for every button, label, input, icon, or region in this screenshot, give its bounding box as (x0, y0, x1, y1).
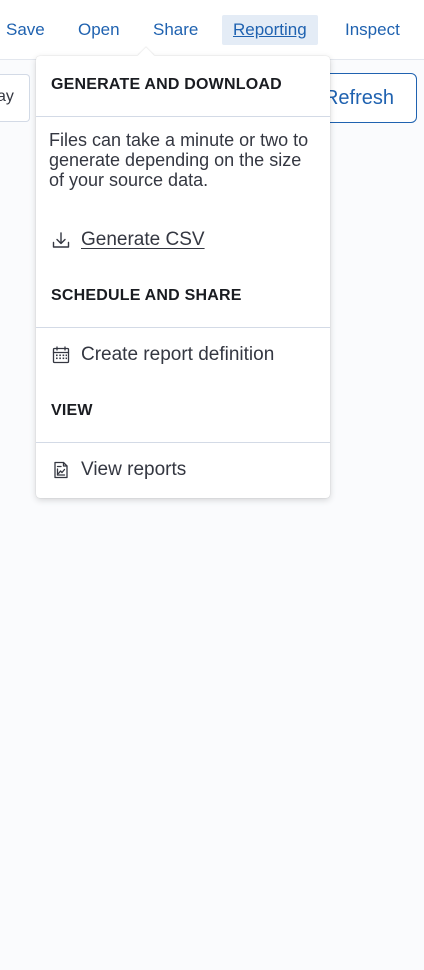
divider (36, 442, 330, 443)
top-nav-bar: Save Open Share Reporting Inspect (0, 0, 424, 60)
report-icon (51, 460, 71, 480)
view-section-title: VIEW (51, 402, 93, 419)
view-reports-item[interactable]: View reports (51, 457, 186, 483)
date-picker-text: ay (0, 88, 14, 105)
create-report-definition-label: Create report definition (81, 344, 275, 365)
nav-share-link[interactable]: Share (153, 15, 198, 45)
generate-section-title: GENERATE AND DOWNLOAD (51, 76, 282, 93)
nav-open-link[interactable]: Open (78, 15, 120, 45)
nav-reporting-link[interactable]: Reporting (222, 15, 318, 45)
divider (36, 327, 330, 328)
download-icon (51, 230, 71, 250)
calendar-icon (51, 345, 71, 365)
date-picker-field[interactable]: ay (0, 74, 30, 122)
nav-save-link[interactable]: Save (6, 15, 45, 45)
generate-csv-label: Generate CSV (81, 229, 205, 250)
view-reports-label: View reports (81, 459, 187, 480)
create-report-definition-item[interactable]: Create report definition (51, 342, 274, 368)
divider (36, 116, 330, 117)
schedule-section-title: SCHEDULE AND SHARE (51, 287, 242, 304)
generate-csv-link[interactable]: Generate CSV (51, 227, 205, 253)
nav-inspect-link[interactable]: Inspect (345, 15, 400, 45)
generate-description: Files can take a minute or two to genera… (49, 130, 309, 190)
reporting-menu-popover: GENERATE AND DOWNLOAD Files can take a m… (36, 47, 330, 498)
